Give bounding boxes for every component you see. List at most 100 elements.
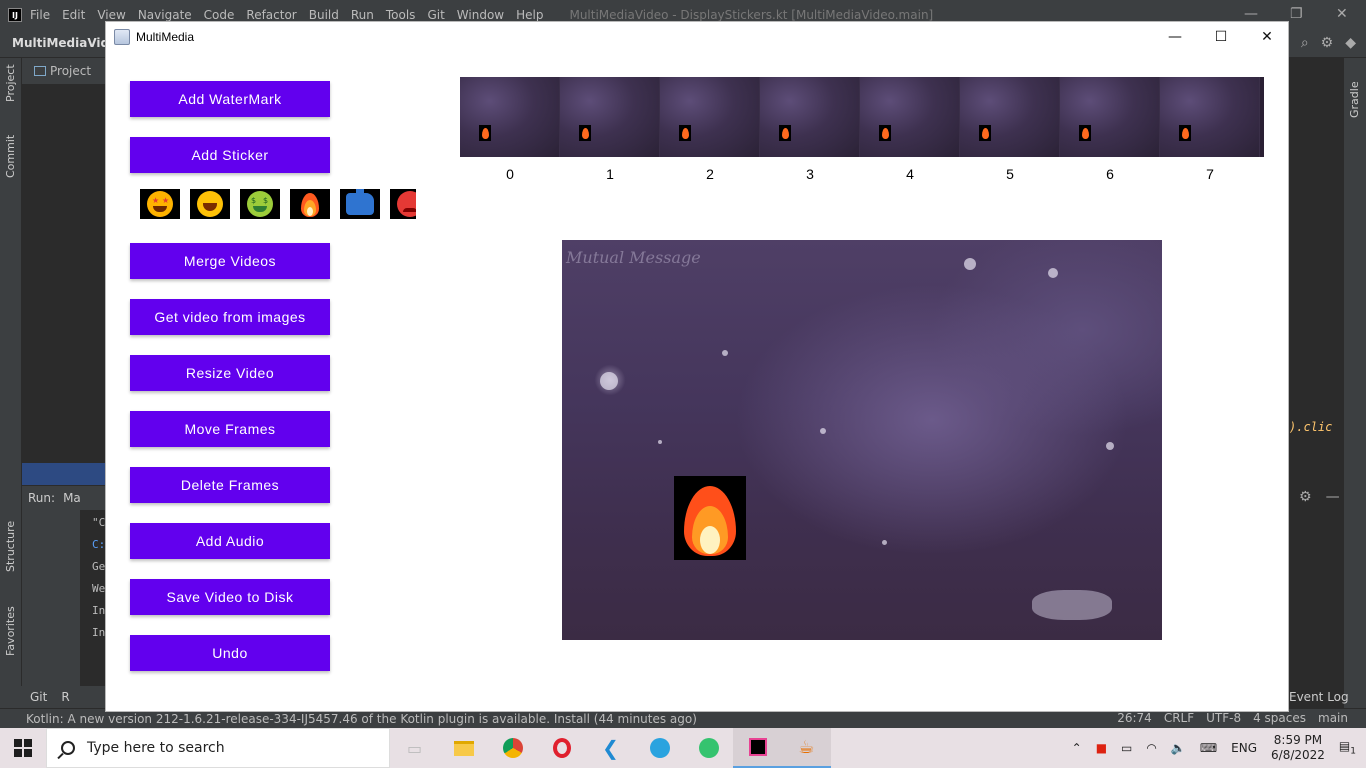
frame-thumbnail[interactable] [1060, 77, 1160, 157]
menu-navigate[interactable]: Navigate [138, 8, 192, 22]
file-explorer-button[interactable] [439, 728, 488, 768]
console-line: "C [92, 516, 106, 529]
move-frames-button[interactable]: Move Frames [130, 411, 330, 447]
task-view-button[interactable]: ▭ [390, 728, 439, 768]
frame-thumbnail[interactable] [960, 77, 1060, 157]
add-watermark-button[interactable]: Add WaterMark [130, 81, 330, 117]
status-message[interactable]: Kotlin: A new version 212-1.6.21-release… [26, 712, 697, 726]
tab-run[interactable]: R [61, 690, 69, 704]
sticker-laughing[interactable] [190, 189, 230, 219]
search-icon[interactable]: ⌕ [1301, 35, 1309, 51]
frame-index-labels: 0 1 2 3 4 5 6 7 [460, 166, 1264, 186]
sticker-fire[interactable] [290, 189, 330, 219]
menu-file[interactable]: File [30, 8, 50, 22]
frame-thumbnail[interactable] [760, 77, 860, 157]
frame-strip [460, 77, 1264, 157]
intellij-button[interactable] [733, 728, 782, 768]
wifi-icon[interactable]: ◠ [1146, 741, 1156, 755]
ide-close-icon[interactable]: ✕ [1336, 6, 1348, 22]
menu-help[interactable]: Help [516, 8, 543, 22]
resize-video-button[interactable]: Resize Video [130, 355, 330, 391]
line-separator[interactable]: CRLF [1164, 711, 1194, 725]
caret-position[interactable]: 26:74 [1117, 711, 1152, 725]
menu-build[interactable]: Build [309, 8, 339, 22]
close-icon[interactable]: ✕ [1244, 22, 1290, 52]
tab-project[interactable]: Project [4, 64, 17, 102]
tab-commit[interactable]: Commit [4, 135, 17, 178]
run-config-tab[interactable]: Ma [63, 491, 81, 505]
start-button[interactable] [0, 728, 46, 768]
frame-thumbnail[interactable] [1160, 77, 1260, 157]
console-line[interactable]: C: [80, 532, 106, 554]
undo-button[interactable]: Undo [130, 635, 330, 671]
java-app-button[interactable]: ☕ [782, 728, 831, 768]
gear-icon[interactable]: ⚙ [1321, 35, 1334, 51]
get-video-from-images-button[interactable]: Get video from images [130, 299, 330, 335]
delete-frames-button[interactable]: Delete Frames [130, 467, 330, 503]
menu-git[interactable]: Git [427, 8, 444, 22]
vscode-button[interactable]: ❮ [586, 728, 635, 768]
fire-sticker-overlay[interactable] [674, 476, 746, 560]
telegram-button[interactable] [635, 728, 684, 768]
notification-icon[interactable]: ▤1 [1339, 739, 1356, 756]
frame-label: 6 [1106, 166, 1114, 182]
merge-videos-button[interactable]: Merge Videos [130, 243, 330, 279]
minimize-icon[interactable]: — [1152, 22, 1198, 52]
menu-tools[interactable]: Tools [386, 8, 416, 22]
sticker-thumbs-up[interactable] [340, 189, 380, 219]
save-video-button[interactable]: Save Video to Disk [130, 579, 330, 615]
sticker-star-struck[interactable]: ★ ★ [140, 189, 180, 219]
toolbox-icon[interactable]: ◆ [1345, 35, 1356, 51]
menu-run[interactable]: Run [351, 8, 374, 22]
event-log-tab[interactable]: Event Log [1289, 690, 1349, 704]
menu-code[interactable]: Code [204, 8, 235, 22]
opera-button[interactable] [537, 728, 586, 768]
frame-thumbnail[interactable] [560, 77, 660, 157]
frame-label: 5 [1006, 166, 1014, 182]
volume-icon[interactable]: 🔈 [1171, 741, 1186, 755]
ide-window-title: MultiMediaVideo - DisplayStickers.kt [Mu… [569, 8, 934, 22]
fire-sticker-icon [1079, 125, 1091, 141]
battery-icon[interactable]: ▭ [1121, 741, 1132, 755]
ide-restore-icon[interactable]: ❐ [1290, 6, 1303, 22]
chrome-button[interactable] [488, 728, 537, 768]
menu-refactor[interactable]: Refactor [246, 8, 296, 22]
thumbs-up-emoji-icon [346, 189, 374, 215]
add-audio-button[interactable]: Add Audio [130, 523, 330, 559]
ide-project-name[interactable]: MultiMediaVide [12, 36, 117, 50]
menu-view[interactable]: View [97, 8, 125, 22]
tab-git[interactable]: Git [30, 690, 47, 704]
language-indicator[interactable]: ENG [1231, 741, 1257, 755]
chevron-up-icon[interactable]: ⌃ [1072, 741, 1082, 755]
frame-thumbnail[interactable] [460, 77, 560, 157]
ide-minimize-icon[interactable]: — [1244, 6, 1258, 22]
sticker-money-mouth[interactable]: $ $ [240, 189, 280, 219]
ide-bottom-tabs: Git R [0, 686, 106, 708]
hide-panel-icon[interactable]: — [1326, 489, 1340, 505]
window-titlebar[interactable]: MultiMedia — ☐ ✕ [106, 22, 1288, 52]
git-branch[interactable]: main [1318, 711, 1348, 725]
sticker-angry[interactable] [390, 189, 416, 219]
send-icon [698, 738, 719, 758]
project-panel-title[interactable]: Project [50, 64, 91, 78]
frame-thumbnail[interactable] [860, 77, 960, 157]
antivirus-icon[interactable]: ■ [1096, 741, 1107, 755]
chrome-icon [502, 738, 523, 758]
gear-icon[interactable]: ⚙ [1299, 489, 1312, 505]
maximize-icon[interactable]: ☐ [1198, 22, 1244, 52]
indent-setting[interactable]: 4 spaces [1253, 711, 1306, 725]
snow-particle [722, 350, 728, 356]
tab-structure[interactable]: Structure [4, 521, 17, 572]
clock[interactable]: 8:59 PM 6/8/2022 [1271, 733, 1325, 763]
tab-favorites[interactable]: Favorites [4, 606, 17, 656]
tab-gradle[interactable]: Gradle [1348, 81, 1361, 118]
telegram-x-button[interactable] [684, 728, 733, 768]
keyboard-icon[interactable]: ⌨ [1200, 741, 1217, 755]
taskbar-search[interactable]: Type here to search [46, 728, 390, 768]
run-toolbar: Run: Ma [22, 486, 106, 510]
frame-thumbnail[interactable] [660, 77, 760, 157]
add-sticker-button[interactable]: Add Sticker [130, 137, 330, 173]
menu-window[interactable]: Window [457, 8, 504, 22]
menu-edit[interactable]: Edit [62, 8, 85, 22]
file-encoding[interactable]: UTF-8 [1206, 711, 1241, 725]
